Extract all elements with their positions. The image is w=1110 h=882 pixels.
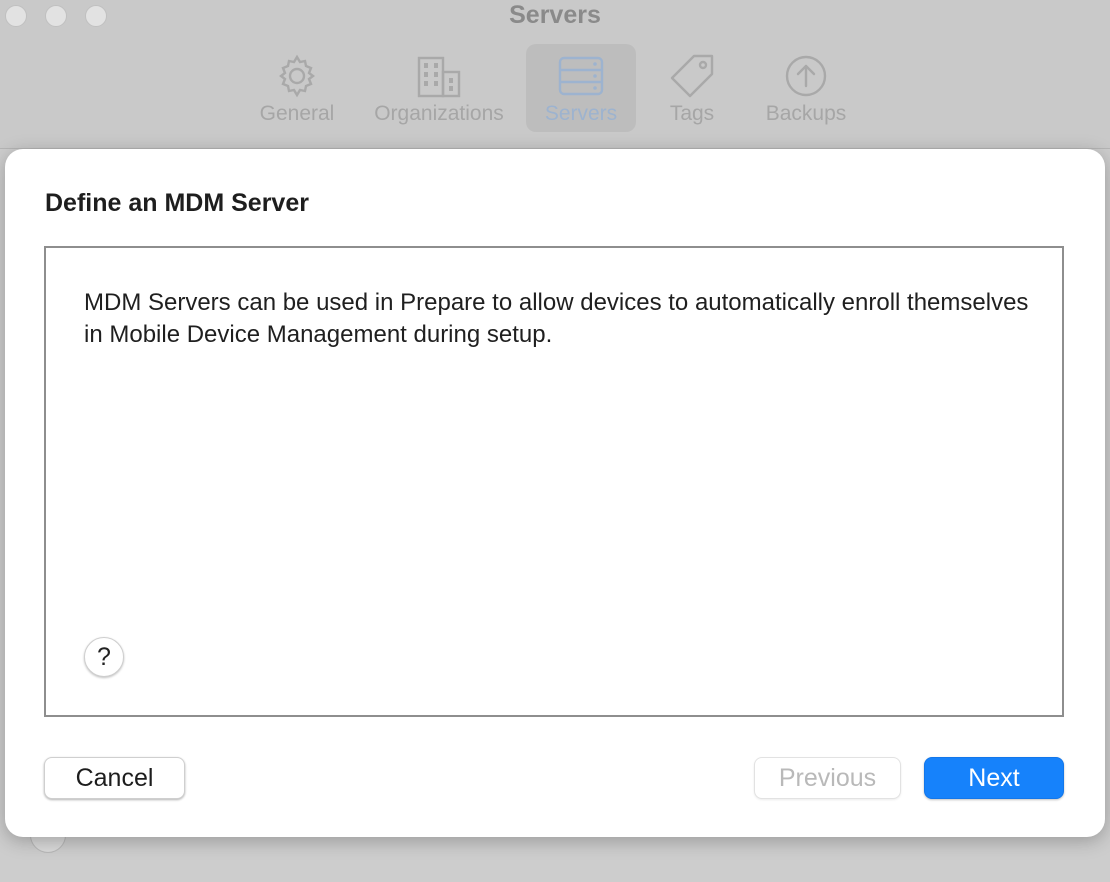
next-button[interactable]: Next <box>924 757 1064 799</box>
window-title: Servers <box>509 1 601 29</box>
window-titlebar: Servers General Organizations Servers Ta… <box>0 0 1110 149</box>
description-text: MDM Servers can be used in Prepare to al… <box>84 289 1029 348</box>
toolbar-label-servers: Servers <box>544 102 618 125</box>
description-panel: MDM Servers can be used in Prepare to al… <box>44 246 1064 717</box>
toolbar-label-backups: Backups <box>765 102 847 125</box>
toolbar-label-general: General <box>259 102 335 125</box>
upload-circle-icon <box>785 55 827 97</box>
tag-icon <box>670 54 714 98</box>
toolbar-label-tags: Tags <box>669 102 715 125</box>
previous-button[interactable]: Previous <box>754 757 901 799</box>
gear-icon <box>279 54 315 98</box>
toolbar-item-servers[interactable]: Servers <box>526 44 636 132</box>
toolbar-item-organizations[interactable]: Organizations <box>364 44 514 132</box>
help-button[interactable]: ? <box>84 637 124 677</box>
toolbar-item-tags[interactable]: Tags <box>656 44 728 132</box>
sheet-title: Define an MDM Server <box>45 189 309 217</box>
toolbar-item-backups[interactable]: Backups <box>758 44 854 132</box>
building-icon <box>417 56 461 98</box>
cancel-button[interactable]: Cancel <box>44 757 185 799</box>
define-mdm-server-sheet: Define an MDM Server MDM Servers can be … <box>5 149 1105 837</box>
toolbar-item-general[interactable]: General <box>252 44 342 132</box>
toolbar-label-organizations: Organizations <box>374 102 504 125</box>
server-icon <box>558 56 604 96</box>
